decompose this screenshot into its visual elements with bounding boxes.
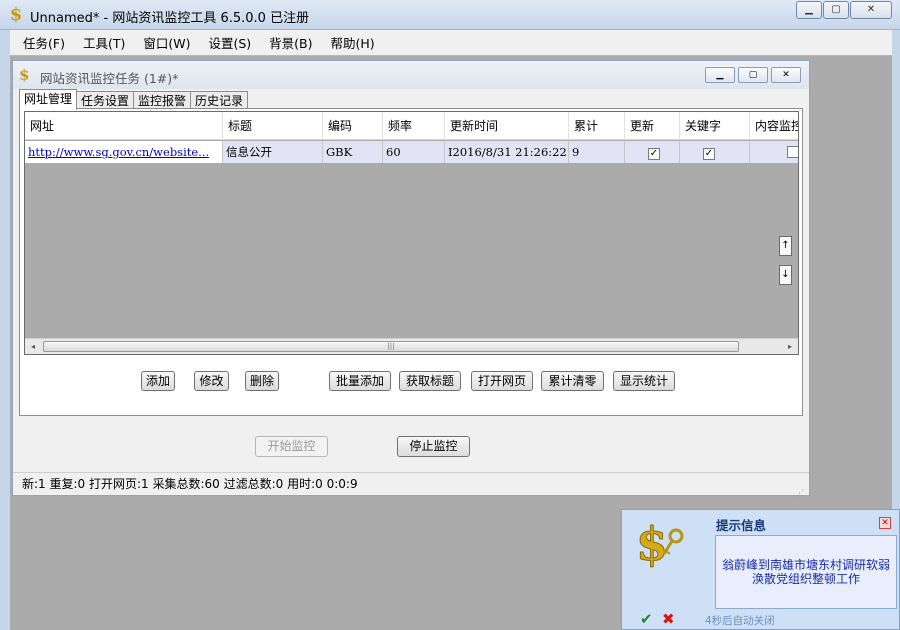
get-title-button[interactable]: 获取标题 [399,371,461,391]
window-title: Unnamed* - 网站资讯监控工具 6.5.0.0 已注册 [30,11,310,26]
minimize-button[interactable]: ▁ [796,1,822,19]
child-titlebar[interactable]: $ 网站资讯监控任务 (1#)* ▁ ▢ ✕ [13,61,809,89]
url-grid[interactable]: 网址 标题 编码 频率 更新时间 累计 更新 关键字 内容监控 http://w… [24,111,799,355]
edit-button[interactable]: 修改 [194,371,229,391]
column-header-frequency[interactable]: 频率 [383,112,445,140]
close-button[interactable]: ✕ [850,1,892,19]
column-header-updated[interactable]: 更新时间 [445,112,569,140]
popup-message[interactable]: 翁蔚峰到南雄市塘东村调研软弱 涣散党组织整顿工作 [715,535,897,609]
child-maximize-button[interactable]: ▢ [738,67,768,83]
popup-message-line2: 涣散党组织整顿工作 [751,572,860,586]
window-controls: ▁ ▢ ✕ [796,1,892,19]
column-header-update[interactable]: 更新 [625,112,680,140]
column-header-count[interactable]: 累计 [569,112,625,140]
tab-url-management[interactable]: 网址管理 [19,89,78,110]
cell-frequency: 60 [383,141,445,163]
add-button[interactable]: 添加 [141,371,175,391]
url-link[interactable]: http://www.sg.gov.cn/website... [28,145,209,159]
status-bar: 新:1 重复:0 打开网页:1 采集总数:60 过滤总数:0 用时:0 0:0:… [13,472,809,499]
url-management-panel: 网址 标题 编码 频率 更新时间 累计 更新 关键字 内容监控 http://w… [19,108,803,416]
cell-updated: I2016/8/31 21:26:22 [445,141,569,163]
checkmark-icon[interactable]: ✔ [640,610,653,628]
status-text: 新:1 重复:0 打开网页:1 采集总数:60 过滤总数:0 用时:0 0:0:… [22,477,358,491]
menu-window[interactable]: 窗口(W) [134,33,199,52]
move-down-button[interactable]: ↓ [779,265,792,285]
cell-count: 9 [569,141,625,163]
grid-header: 网址 标题 编码 频率 更新时间 累计 更新 关键字 内容监控 [25,112,798,140]
scroll-thumb[interactable]: ||| [43,341,739,352]
cell-title: 信息公开 [223,141,323,163]
horizontal-scrollbar[interactable]: ◂ ||| ▸ [25,338,798,354]
menu-bar: 任务(F) 工具(T) 窗口(W) 设置(S) 背景(B) 帮助(H) [10,30,892,56]
keyword-checkbox[interactable]: ✓ [703,148,715,160]
monitor-task-window: $ 网站资讯监控任务 (1#)* ▁ ▢ ✕ 网址管理 任务设置 监控报警 历史… [12,60,810,499]
cell-encoding: GBK [323,141,383,163]
delete-button[interactable]: 删除 [245,371,279,391]
menu-help[interactable]: 帮助(H) [322,33,384,52]
dollar-icon: $ [19,66,30,84]
start-monitor-button[interactable]: 开始监控 [255,436,328,457]
menu-tools[interactable]: 工具(T) [74,33,134,52]
column-header-keyword[interactable]: 关键字 [680,112,750,140]
main-titlebar[interactable]: $ Unnamed* - 网站资讯监控工具 6.5.0.0 已注册 ▁ ▢ ✕ [0,0,900,30]
cell-url[interactable]: http://www.sg.gov.cn/website... [25,141,223,163]
popup-autoclose-text: 4秒后自动关闭 [705,615,775,627]
child-minimize-button[interactable]: ▁ [705,67,735,83]
popup-title: 提示信息 [716,518,767,533]
column-header-title[interactable]: 标题 [223,112,323,140]
column-header-content-monitor[interactable]: 内容监控 [750,112,798,140]
move-up-button[interactable]: ↑ [779,236,792,256]
cell-update: ✓ [625,141,680,163]
open-page-button[interactable]: 打开网页 [471,371,533,391]
dollar-key-icon: $ [636,517,684,572]
tab-strip: 网址管理 任务设置 监控报警 历史记录 [19,89,249,110]
scroll-right-arrow-icon[interactable]: ▸ [782,339,798,354]
child-window-controls: ▁ ▢ ✕ [705,67,801,83]
clear-count-button[interactable]: 累计清零 [541,371,604,391]
cell-content-monitor [750,141,798,163]
window-frame-left [0,30,10,630]
cell-keyword: ✓ [680,141,750,163]
cross-icon[interactable]: ✖ [662,610,675,628]
column-header-url[interactable]: 网址 [25,112,223,140]
scroll-left-arrow-icon[interactable]: ◂ [25,339,41,354]
resize-grip-icon[interactable]: ⋰ [795,483,805,499]
batch-add-button[interactable]: 批量添加 [329,371,391,391]
child-window-title: 网站资讯监控任务 (1#)* [40,71,179,86]
maximize-button[interactable]: ▢ [823,1,849,19]
menu-task[interactable]: 任务(F) [14,33,74,52]
popup-message-line1: 翁蔚峰到南雄市塘东村调研软弱 [721,558,890,572]
stop-monitor-button[interactable]: 停止监控 [397,436,470,457]
svg-text:$: $ [636,517,668,571]
notification-popup: $ 提示信息 ✕ 翁蔚峰到南雄市塘东村调研软弱 涣散党组织整顿工作 ✔ ✖ 4秒… [621,509,900,630]
grid-action-buttons: 添加 修改 删除 批量添加 获取标题 打开网页 累计清零 显示统计 [20,371,804,395]
show-stats-button[interactable]: 显示统计 [613,371,675,391]
popup-close-icon[interactable]: ✕ [879,517,891,529]
update-checkbox[interactable]: ✓ [648,148,660,160]
child-close-button[interactable]: ✕ [771,67,801,83]
menu-settings[interactable]: 设置(S) [199,33,260,52]
content-monitor-checkbox[interactable] [787,146,798,158]
menu-background[interactable]: 背景(B) [260,33,321,52]
dollar-icon: $ [9,4,23,25]
column-header-encoding[interactable]: 编码 [323,112,383,140]
table-row[interactable]: http://www.sg.gov.cn/website... 信息公开 GBK… [25,141,798,163]
